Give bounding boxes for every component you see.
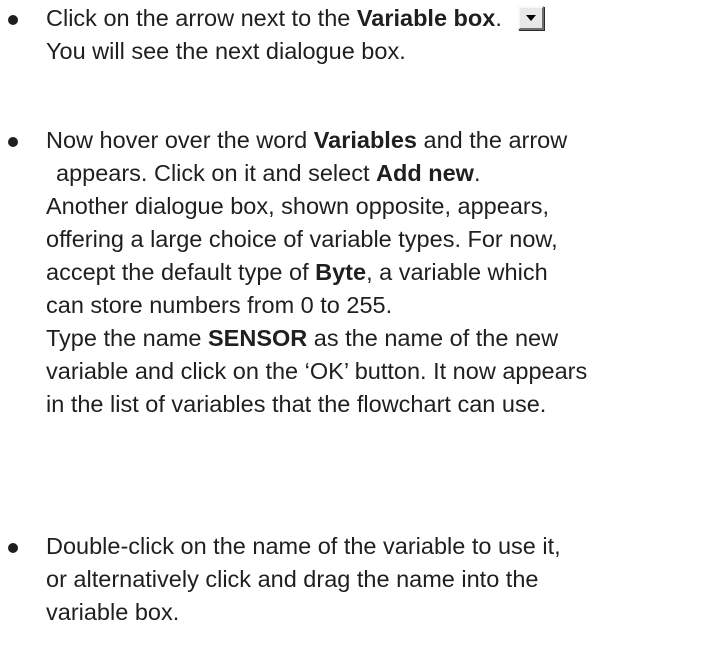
bullet-point [8,543,18,553]
text-segment: Type the name [46,325,208,351]
instruction-line: Click on the arrow next to the Variable … [46,2,728,35]
text-segment: Click on the arrow next to the [46,5,357,31]
bold-term-add-new: Add new [376,160,474,186]
text-segment: , a variable which [366,259,548,285]
instruction-line: accept the default type of Byte, a varia… [46,256,728,289]
instruction-line: appears. Click on it and select Add new. [46,157,728,190]
text-segment: Now hover over the word [46,127,314,153]
instruction-line: Double-click on the name of the variable… [46,533,561,559]
instruction-line: or alternatively click and drag the name… [46,566,539,592]
bold-term-variable-box: Variable box [356,5,496,31]
instruction-line: variable box. [46,599,180,625]
bold-term-byte: Byte [315,259,367,285]
text-segment: and the arrow [416,127,568,153]
instruction-text-3: Double-click on the name of the variable… [46,530,728,629]
bold-term-sensor: SENSOR [208,325,308,351]
instruction-line: Another dialogue box, shown opposite, ap… [46,193,549,219]
text-segment: accept the default type of [46,259,316,285]
dropdown-arrow-icon [517,5,544,30]
instruction-line: Type the name SENSOR as the name of the … [46,322,728,355]
instruction-line: Now hover over the word Variables and th… [46,124,728,157]
instruction-line: variable and click on the ‘OK’ button. I… [46,358,588,384]
text-segment: as the name of the new [307,325,559,351]
instruction-line: can store numbers from 0 to 255. [46,292,393,318]
instruction-text-1: Click on the arrow next to the Variable … [46,2,728,68]
text-segment: . [495,5,502,31]
instruction-line: in the list of variables that the flowch… [46,391,547,417]
instruction-text-2: Now hover over the word Variables and th… [46,124,728,421]
bullet-point [8,137,18,147]
bold-term-variables: Variables [313,127,417,153]
bullet-point [8,15,18,25]
instruction-line: offering a large choice of variable type… [46,226,558,252]
text-segment: appears. Click on it and select [56,160,377,186]
instruction-line: You will see the next dialogue box. [46,38,406,64]
text-segment: . [473,160,481,186]
